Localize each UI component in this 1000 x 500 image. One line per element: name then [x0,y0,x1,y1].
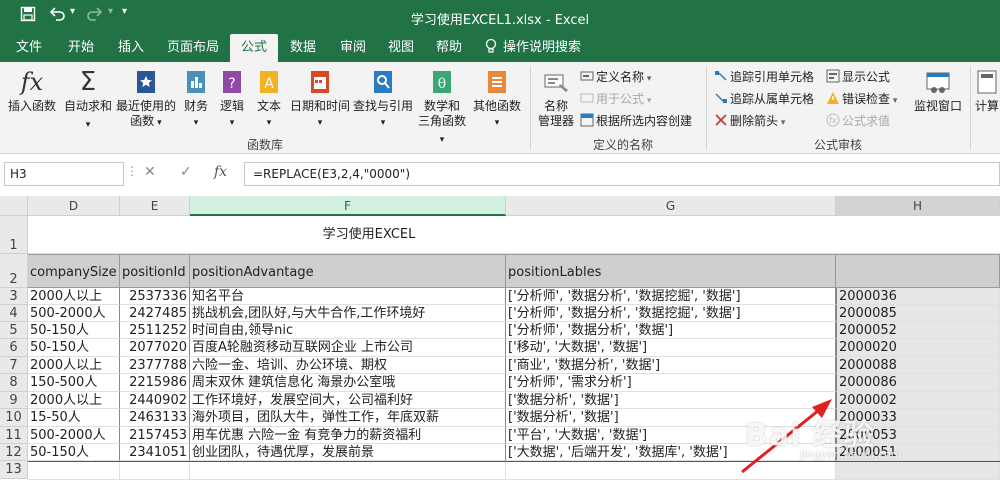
watermark-url: jingyan.baidu.com [800,448,902,461]
